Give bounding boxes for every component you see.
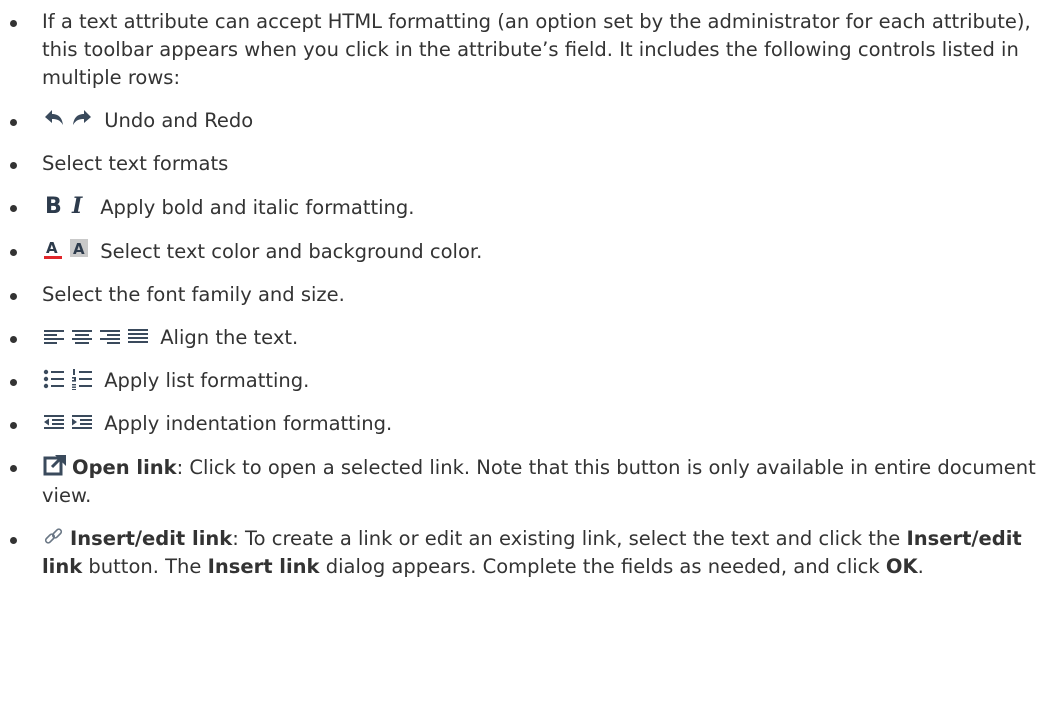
bold-icon: B: [42, 193, 64, 217]
list-item-indent: Apply indentation formatting.: [0, 410, 1040, 438]
open-link-label: Open link: [72, 456, 177, 479]
list-item-font: Select the font family and size.: [0, 281, 1040, 309]
insert-link-text-d: .: [917, 555, 924, 578]
outdent-icon: [42, 413, 66, 433]
bold-italic-text: Apply bold and italic formatting.: [100, 196, 415, 219]
align-right-icon: [98, 327, 122, 347]
list-item-intro: If a text attribute can accept HTML form…: [0, 8, 1040, 92]
colors-text: Select text color and background color.: [100, 240, 483, 263]
list-item-lists: Apply list formatting.: [0, 367, 1040, 395]
insert-link-label: Insert/edit link: [70, 527, 233, 550]
align-left-icon: [42, 327, 66, 347]
list-item-open-link: Open link: Click to open a selected link…: [0, 453, 1040, 510]
italic-icon: I: [68, 193, 90, 217]
svg-text:A: A: [46, 239, 58, 257]
list-item-undo-redo: Undo and Redo: [0, 107, 1040, 135]
svg-text:B: B: [45, 194, 62, 217]
align-justify-icon: [126, 327, 150, 347]
insert-link-text-c: dialog appears. Complete the fields as n…: [319, 555, 886, 578]
open-link-icon: [42, 453, 68, 477]
svg-text:I: I: [71, 193, 83, 217]
redo-icon: [70, 108, 94, 130]
align-text: Align the text.: [160, 326, 299, 349]
insert-link-bold-c: Insert link: [207, 555, 320, 578]
text-formats-text: Select text formats: [42, 152, 229, 175]
insert-link-bold-d: OK: [885, 555, 918, 578]
indent-icon: [70, 413, 94, 433]
list-item-colors: A A Select text color and background col…: [0, 237, 1040, 266]
align-center-icon: [70, 327, 94, 347]
open-link-text: : Click to open a selected link. Note th…: [42, 456, 1036, 507]
toolbar-controls-list: If a text attribute can accept HTML form…: [0, 8, 1040, 581]
background-color-icon: A: [68, 237, 90, 261]
insert-link-text-b: button. The: [82, 555, 208, 578]
font-text: Select the font family and size.: [42, 283, 345, 306]
insert-link-text-a: : To create a link or edit an existing l…: [232, 527, 907, 550]
intro-text: If a text attribute can accept HTML form…: [42, 10, 1031, 89]
list-item-align: Align the text.: [0, 324, 1040, 352]
svg-text:A: A: [73, 240, 85, 258]
document-body: If a text attribute can accept HTML form…: [0, 0, 1060, 581]
insert-link-icon: [42, 526, 66, 548]
undo-icon: [42, 108, 66, 130]
list-item-bold-italic: B I Apply bold and italic formatting.: [0, 193, 1040, 222]
list-item-text-formats: Select text formats: [0, 150, 1040, 178]
text-color-icon: A: [42, 237, 64, 261]
indent-text: Apply indentation formatting.: [104, 412, 393, 435]
lists-text: Apply list formatting.: [104, 369, 310, 392]
bullet-list-icon: [42, 368, 66, 390]
undo-redo-text: Undo and Redo: [104, 109, 254, 132]
numbered-list-icon: [70, 368, 94, 390]
list-item-insert-link: Insert/edit link: To create a link or ed…: [0, 525, 1040, 581]
